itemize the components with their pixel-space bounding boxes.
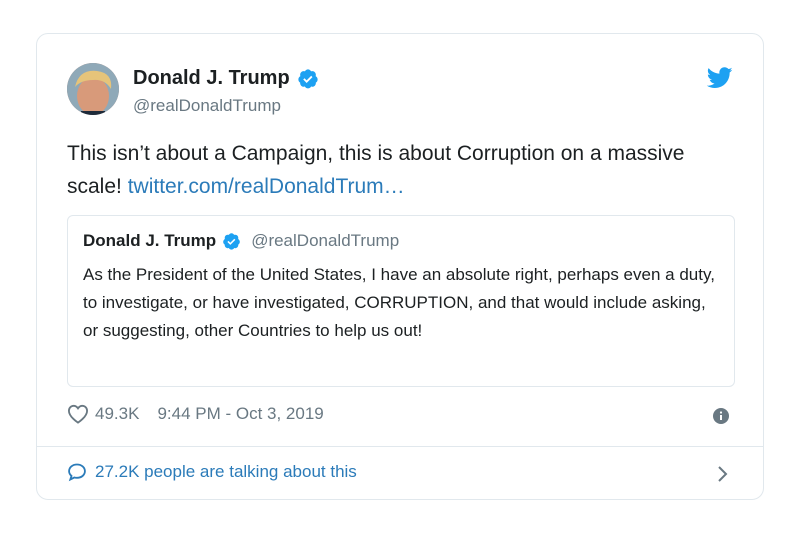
twitter-bird-icon[interactable] [706,67,733,89]
tweet-meta: 49.3K 9:44 PM - Oct 3, 2019 [67,404,324,424]
quoted-author-name: Donald J. Trump [83,231,217,250]
tweet-text: This isn’t about a Campaign, this is abo… [67,137,727,203]
quoted-tweet-text: As the President of the United States, I… [83,265,715,340]
info-icon[interactable] [713,408,729,424]
verified-badge-icon [222,232,241,251]
like-count[interactable]: 49.3K [95,404,139,424]
speech-bubble-icon [67,462,87,482]
author-name[interactable]: Donald J. Trump [133,67,319,90]
verified-badge-icon [297,68,319,90]
quoted-tweet-header: Donald J. Trump @realDonaldTrump [83,231,399,251]
tweet-link[interactable]: twitter.com/realDonaldTrum… [128,175,405,198]
chevron-right-icon[interactable] [717,464,729,484]
quoted-tweet[interactable]: Donald J. Trump @realDonaldTrump As the … [67,215,735,387]
tweet-card: Donald J. Trump @realDonaldTrump This is… [36,33,764,500]
author-handle[interactable]: @realDonaldTrump [133,96,281,116]
quoted-author-handle: @realDonaldTrump [251,231,400,250]
timestamp[interactable]: 9:44 PM - Oct 3, 2019 [157,404,323,424]
conversation-count[interactable]: 27.2K people are talking about this [95,462,357,482]
conversation-link[interactable]: 27.2K people are talking about this [67,462,357,482]
heart-icon[interactable] [67,404,89,424]
author-name-text[interactable]: Donald J. Trump [133,67,290,90]
divider [37,446,763,447]
avatar[interactable] [67,63,119,115]
